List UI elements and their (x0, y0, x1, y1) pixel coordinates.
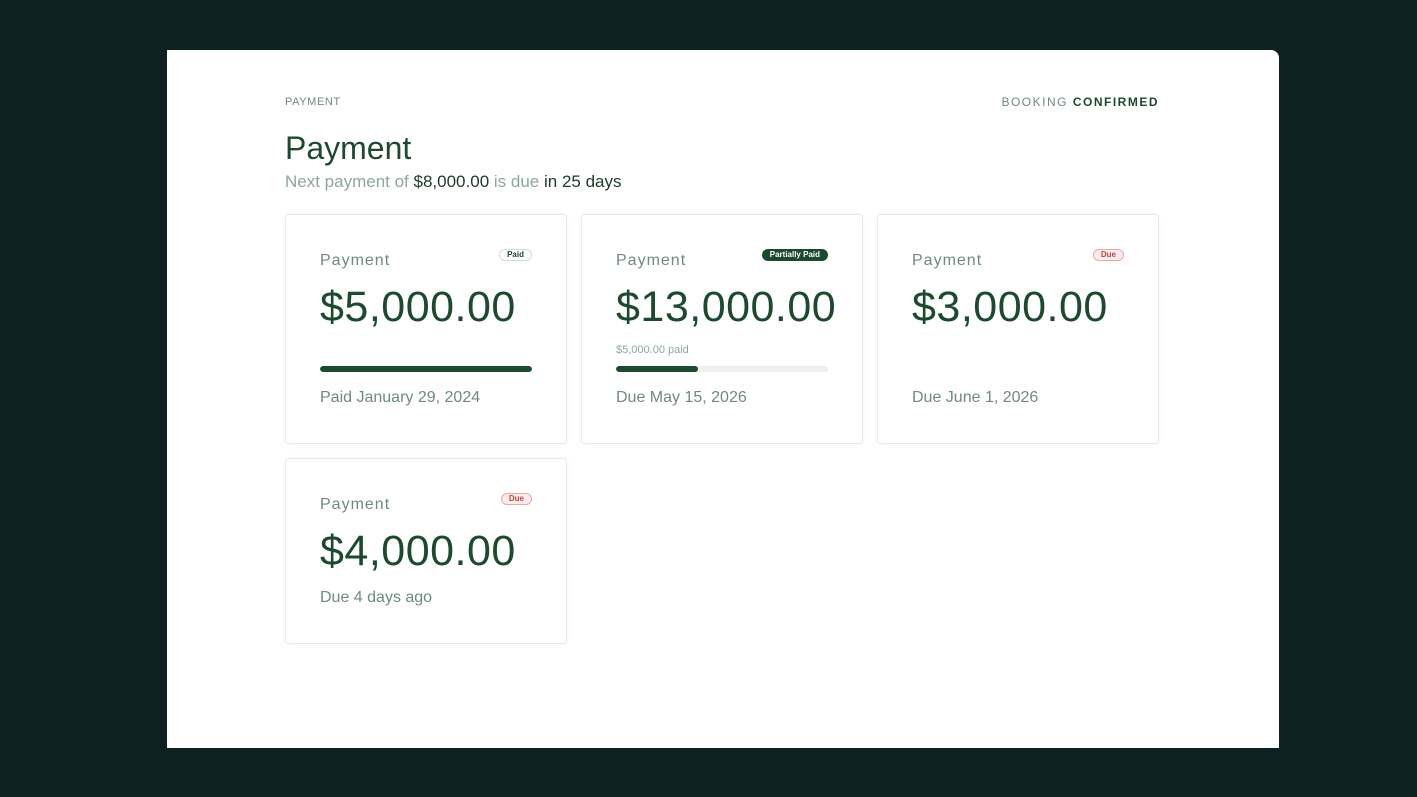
payment-card-paid[interactable]: Payment Paid $5,000.00 Paid January 29, … (285, 214, 567, 444)
status-badge: Partially Paid (761, 249, 828, 261)
breadcrumb: PAYMENT (285, 96, 341, 108)
summary-middle: is due (493, 172, 540, 191)
page-title: Payment (285, 130, 412, 166)
payment-amount: $5,000.00 (320, 283, 516, 331)
payment-date: Paid January 29, 2024 (320, 389, 481, 406)
booking-status-prefix: BOOKING (1001, 95, 1068, 109)
card-label: Payment (616, 252, 687, 269)
summary-prefix: Next payment of (285, 172, 409, 191)
next-payment-due-in: in 25 days (544, 172, 622, 191)
status-badge: Paid (499, 249, 532, 261)
status-badge: Due (1092, 249, 1124, 261)
payment-card-partially-paid[interactable]: Payment Partially Paid $13,000.00 $5,000… (581, 214, 863, 444)
payment-progress-fill (616, 366, 698, 372)
next-payment-summary: Next payment of $8,000.00 is due in 25 d… (285, 172, 622, 192)
card-label: Payment (912, 252, 983, 269)
payment-amount: $3,000.00 (912, 283, 1108, 331)
payment-date: Due May 15, 2026 (616, 389, 747, 406)
card-label: Payment (320, 496, 391, 513)
next-payment-amount: $8,000.00 (413, 172, 490, 191)
booking-status-value: CONFIRMED (1072, 95, 1159, 109)
payment-panel: PAYMENT BOOKING CONFIRMED Payment Next p… (167, 50, 1279, 748)
payment-progress-bar (320, 366, 532, 372)
amount-paid-note: $5,000.00 paid (616, 344, 689, 356)
payment-card-due[interactable]: Payment Due $3,000.00 Due June 1, 2026 (877, 214, 1159, 444)
payment-date: Due June 1, 2026 (912, 389, 1039, 406)
status-badge: Due (500, 493, 532, 505)
booking-status: BOOKING CONFIRMED (1001, 95, 1159, 109)
payment-date: Due 4 days ago (320, 589, 433, 606)
payment-progress-bar (616, 366, 828, 372)
payment-card-overdue[interactable]: Payment Due $4,000.00 Due 4 days ago (285, 458, 567, 644)
payment-amount: $4,000.00 (320, 527, 516, 575)
payment-amount: $13,000.00 (616, 283, 837, 331)
payment-progress-fill (320, 366, 532, 372)
card-label: Payment (320, 252, 391, 269)
